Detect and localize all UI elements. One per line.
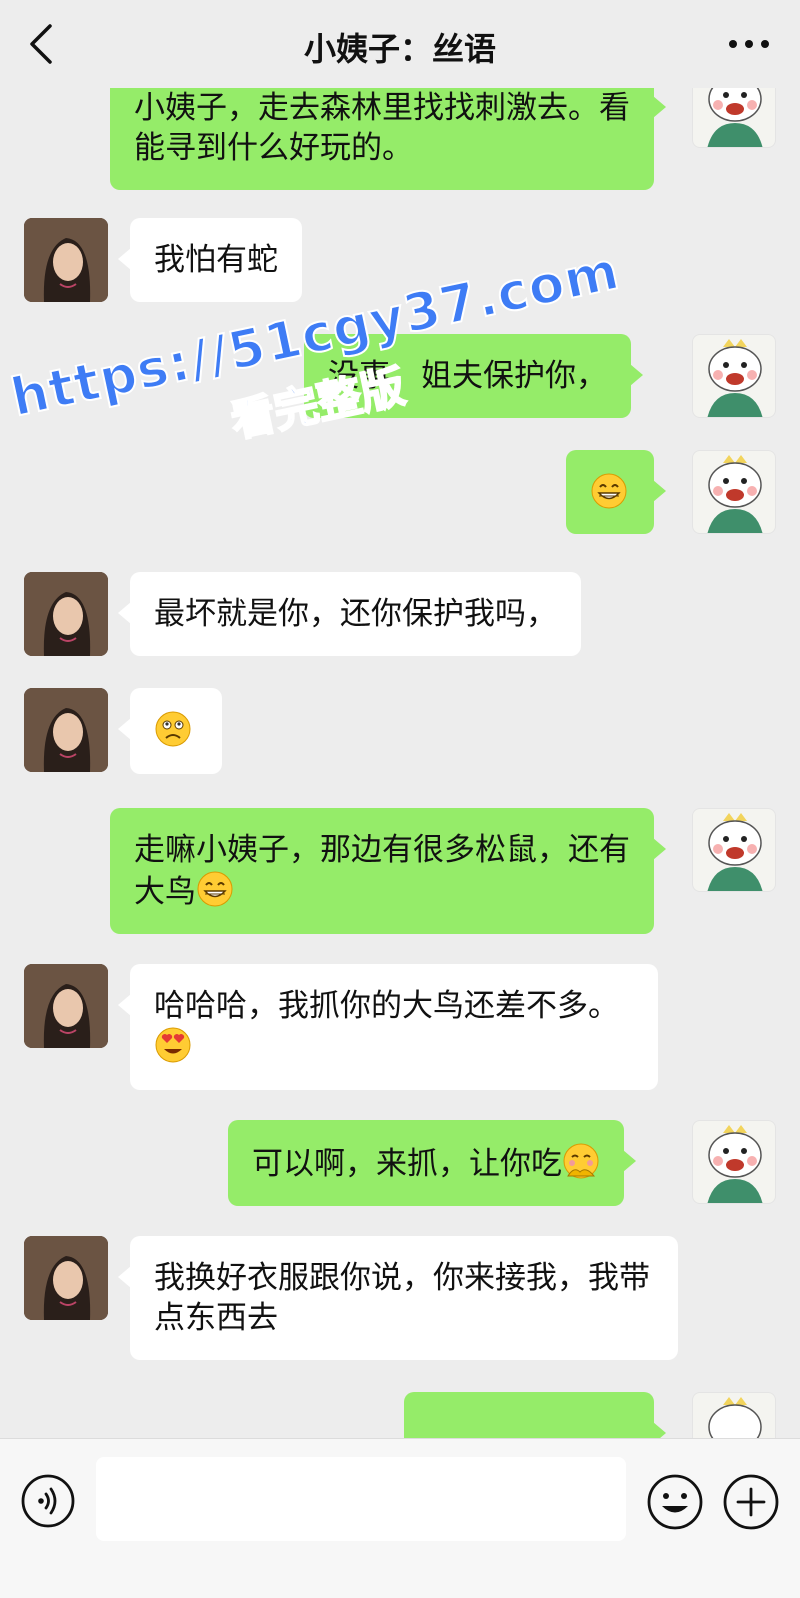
contact-message-bubble[interactable]: 我换好衣服跟你说，你来接我，我带点东西去 (118, 1236, 678, 1360)
message-list[interactable]: 小姨子，走去森林里找找刺激去。看能寻到什么好玩的。 我怕有蛇 没事，姐夫保护你， (0, 88, 800, 1438)
contact-avatar[interactable] (24, 964, 108, 1048)
contact-avatar[interactable] (24, 1236, 108, 1320)
contact-avatar[interactable] (24, 572, 108, 656)
cartoon-avatar-icon (707, 88, 763, 147)
heart-eyes-emoji (155, 1027, 191, 1063)
message-text: 哈哈哈，我抓你的大鸟还差不多。 (154, 988, 619, 1024)
contact-message-bubble[interactable] (118, 688, 222, 774)
voice-icon[interactable] (20, 1473, 76, 1529)
contact-message-bubble[interactable]: 哈哈哈，我抓你的大鸟还差不多。 (118, 964, 658, 1090)
chat-header: 小姨子：丝语 (0, 0, 800, 88)
my-message-bubble[interactable] (404, 1392, 666, 1438)
my-message-bubble[interactable] (566, 450, 666, 534)
my-avatar[interactable] (692, 1392, 776, 1438)
message-input[interactable] (96, 1457, 626, 1541)
message-text: 可以啊，来抓，让你吃 (252, 1146, 562, 1182)
shy-emoji (563, 1143, 599, 1179)
emoji-icon[interactable] (646, 1473, 704, 1531)
my-avatar[interactable] (692, 450, 776, 534)
message-text: 小姨子，走去森林里找找刺激去。看能寻到什么好玩的。 (134, 90, 630, 166)
my-message-bubble[interactable]: 可以啊，来抓，让你吃 (228, 1120, 636, 1206)
input-bar (0, 1438, 800, 1598)
my-message-bubble[interactable]: 走嘛小姨子，那边有很多松鼠，还有大鸟 (110, 808, 666, 934)
message-text: 我换好衣服跟你说，你来接我，我带点东西去 (154, 1260, 650, 1336)
my-avatar[interactable] (692, 88, 776, 148)
my-avatar[interactable] (692, 334, 776, 418)
plus-icon[interactable] (722, 1473, 780, 1531)
grin-emoji (591, 473, 627, 509)
contact-avatar[interactable] (24, 218, 108, 302)
more-dots-icon[interactable] (724, 22, 774, 66)
my-avatar[interactable] (692, 808, 776, 892)
my-avatar[interactable] (692, 1120, 776, 1204)
message-text: 我怕有蛇 (154, 242, 278, 278)
my-message-bubble[interactable]: 没事，姐夫保护你， (304, 334, 643, 418)
my-message-bubble[interactable]: 小姨子，走去森林里找找刺激去。看能寻到什么好玩的。 (110, 88, 666, 190)
grin-emoji (197, 871, 233, 907)
contact-message-bubble[interactable]: 最坏就是你，还你保护我吗， (118, 572, 581, 656)
awkward-emoji (155, 711, 191, 747)
chat-title: 小姨子：丝语 (303, 30, 496, 68)
message-text: 没事，姐夫保护你， (328, 358, 607, 394)
contact-avatar[interactable] (24, 688, 108, 772)
message-text: 最坏就是你，还你保护我吗， (154, 596, 557, 632)
contact-message-bubble[interactable]: 我怕有蛇 (118, 218, 302, 302)
